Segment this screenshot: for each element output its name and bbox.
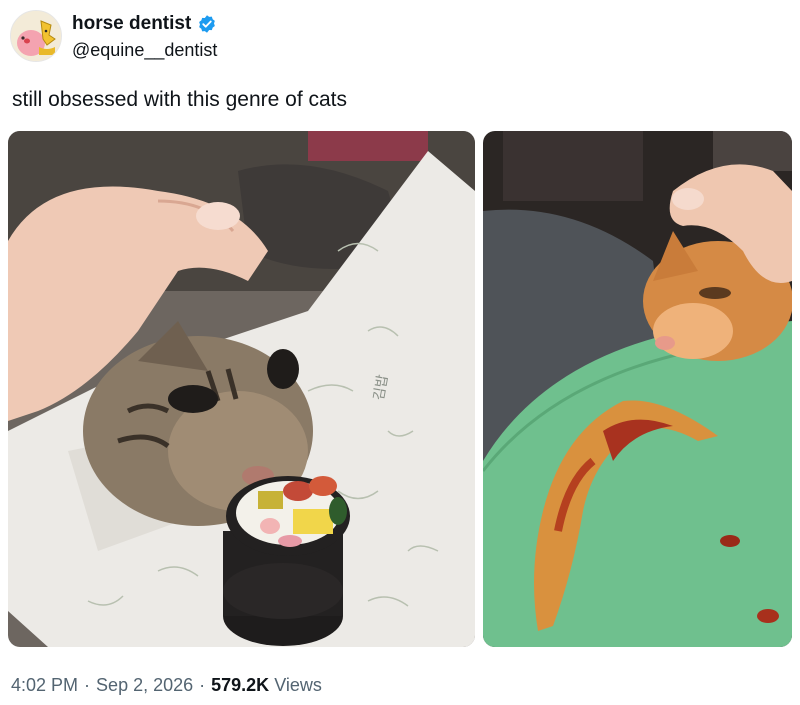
tweet-footer: 4:02 PM · Sep 2, 2026 · 579.2K Views xyxy=(11,673,322,697)
cat-with-kimbap-photo: 김밥 xyxy=(8,131,475,647)
tweet-time[interactable]: 4:02 PM xyxy=(11,675,78,695)
media-photo-right[interactable] xyxy=(483,131,792,647)
separator: · xyxy=(84,675,91,695)
tweet-header: horse dentist @equine__dentist xyxy=(10,10,790,64)
avatar[interactable] xyxy=(10,10,62,62)
views-label: Views xyxy=(274,675,322,695)
user-handle[interactable]: @equine__dentist xyxy=(72,39,217,61)
display-name-row: horse dentist xyxy=(72,13,217,35)
media-photo-left[interactable]: 김밥 xyxy=(8,131,475,647)
display-name[interactable]: horse dentist xyxy=(72,13,191,35)
views-count: 579.2K xyxy=(211,675,270,695)
separator: · xyxy=(199,675,206,695)
tweet-text: still obsessed with this genre of cats xyxy=(12,88,347,111)
avatar-illustration xyxy=(11,11,61,61)
cat-with-pizza-photo xyxy=(483,131,792,647)
tweet-date[interactable]: Sep 2, 2026 xyxy=(96,675,193,695)
verified-badge-icon xyxy=(199,15,216,33)
